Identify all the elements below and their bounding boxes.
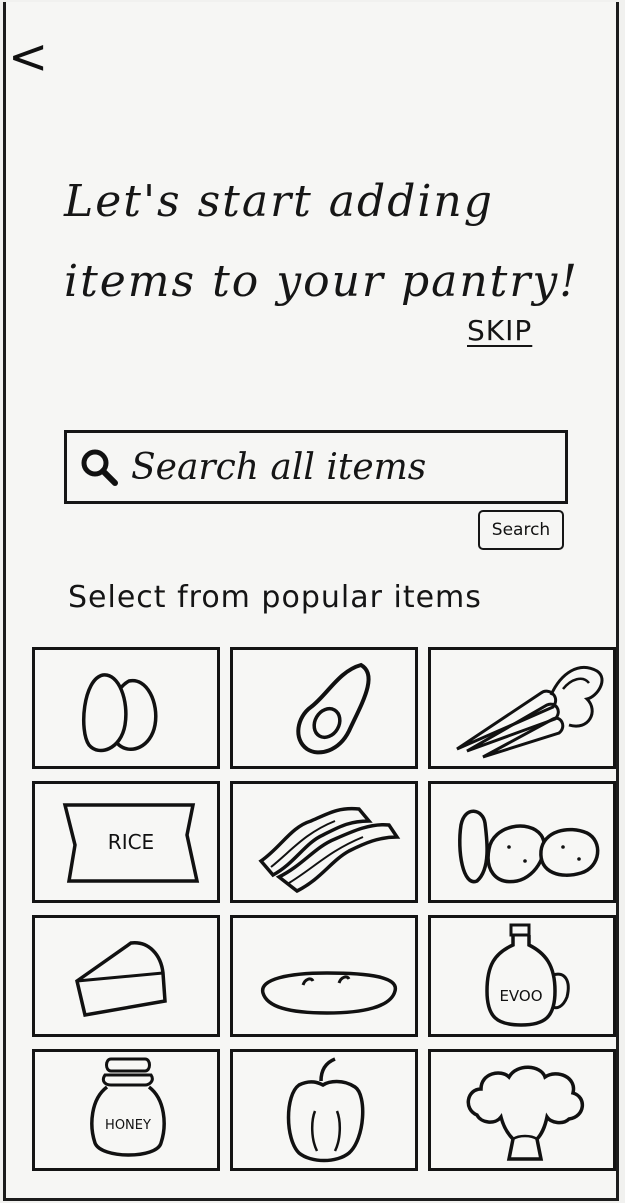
item-tile-carrots[interactable] xyxy=(428,647,616,769)
item-tile-eggs[interactable] xyxy=(32,647,220,769)
broccoli-icon xyxy=(466,1065,584,1161)
bell-pepper-icon xyxy=(286,1057,365,1163)
popular-items-label: Select from popular items xyxy=(68,580,482,615)
cheese-icon xyxy=(75,941,167,1018)
rice-label: RICE xyxy=(108,830,154,854)
evoo-label: EVOO xyxy=(499,987,542,1005)
search-icon xyxy=(81,449,118,486)
chevron-left-icon[interactable]: < xyxy=(8,32,48,82)
rice-icon: RICE xyxy=(62,803,200,883)
item-tile-potatoes[interactable] xyxy=(428,781,616,903)
potatoes-icon xyxy=(458,809,600,884)
item-tile-broccoli[interactable] xyxy=(428,1049,616,1171)
search-button[interactable]: Search xyxy=(478,510,564,550)
item-tile-bread[interactable] xyxy=(230,915,418,1037)
item-tile-bell-pepper[interactable] xyxy=(230,1049,418,1171)
item-tile-avocado[interactable] xyxy=(230,647,418,769)
bacon-icon xyxy=(258,806,401,894)
item-tile-olive-oil[interactable]: EVOO xyxy=(428,915,616,1037)
page-title: Let's start adding items to your pantry! xyxy=(64,176,579,307)
avocado-icon xyxy=(296,662,371,755)
honey-label: HONEY xyxy=(105,1118,151,1133)
search-input[interactable] xyxy=(131,446,551,488)
bread-icon xyxy=(261,971,397,1015)
item-tile-honey[interactable]: HONEY xyxy=(32,1049,220,1171)
item-tile-rice[interactable]: RICE xyxy=(32,781,220,903)
honey-icon: HONEY xyxy=(90,1057,166,1157)
phone-frame: < Let's start adding items to your pantr… xyxy=(3,2,619,1201)
skip-link[interactable]: SKIP xyxy=(467,314,532,347)
popular-items-grid: RICE EVOO HONEY xyxy=(32,647,624,1171)
olive-oil-icon: EVOO xyxy=(485,923,570,1027)
carrots-icon xyxy=(456,665,604,759)
search-bar[interactable] xyxy=(64,430,568,504)
item-tile-bacon[interactable] xyxy=(230,781,418,903)
item-tile-cheese[interactable] xyxy=(32,915,220,1037)
eggs-icon xyxy=(82,673,158,753)
